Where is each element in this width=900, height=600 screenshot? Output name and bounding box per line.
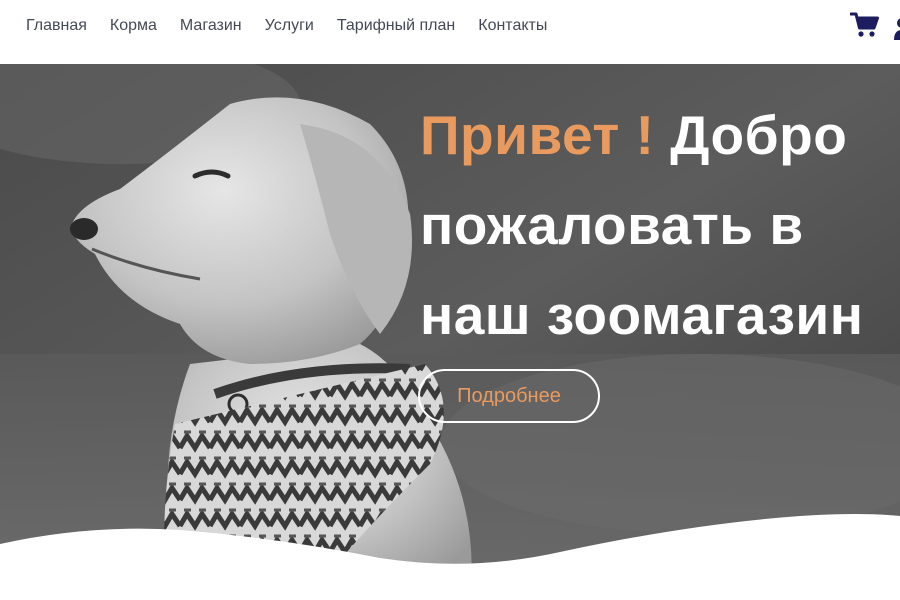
main-nav: Главная Корма Магазин Услуги Тарифный пл… xyxy=(26,0,570,52)
nav-item-food[interactable]: Корма xyxy=(110,17,157,35)
nav-item-shop[interactable]: Магазин xyxy=(180,17,242,35)
nav-item-home[interactable]: Главная xyxy=(26,17,87,35)
nav-item-pricing[interactable]: Тарифный план xyxy=(337,17,455,35)
site-header: Главная Корма Магазин Услуги Тарифный пл… xyxy=(0,0,900,64)
nav-item-services[interactable]: Услуги xyxy=(265,17,314,35)
shopping-cart-icon[interactable] xyxy=(849,12,880,38)
nav-item-contacts[interactable]: Контакты xyxy=(478,17,547,35)
hero-banner: Привет ! Добро пожаловать в наш зоомагаз… xyxy=(0,64,900,600)
user-icon[interactable] xyxy=(890,18,900,40)
wave-divider xyxy=(0,514,900,600)
